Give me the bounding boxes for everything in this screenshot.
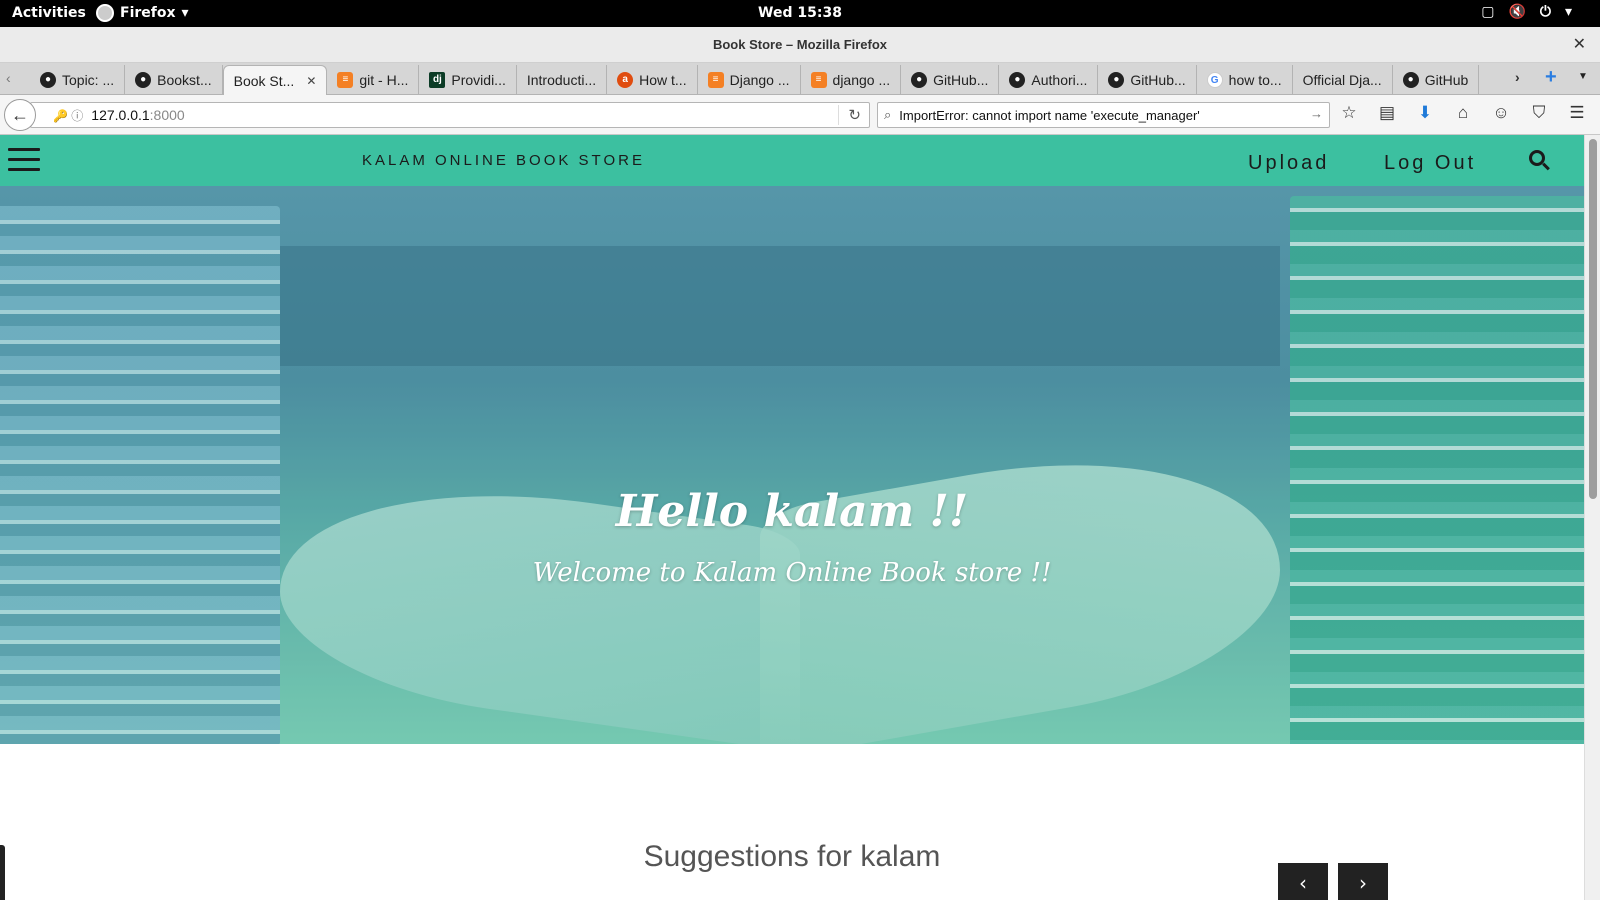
search-go-icon[interactable]: →: [1310, 106, 1323, 121]
home-icon[interactable]: ⌂: [1454, 103, 1472, 123]
caret-down-icon: ▾: [181, 5, 189, 21]
tab-label: Official Dja...: [1302, 72, 1382, 88]
tab-label: GitHub...: [1130, 72, 1186, 88]
url-port: :8000: [149, 107, 185, 123]
download-icon[interactable]: ⬇: [1416, 103, 1434, 123]
site-navbar: KALAM ONLINE BOOK STORE Upload Log Out: [0, 135, 1584, 186]
browser-tab[interactable]: ● Bookst...: [125, 65, 223, 95]
tab-label: Providi...: [451, 72, 506, 88]
hero-banner: Hello kalam !! Welcome to Kalam Online B…: [0, 186, 1584, 744]
stackoverflow-icon: ≡: [337, 72, 354, 88]
search-input[interactable]: ImportError: cannot import name 'execute…: [899, 108, 1200, 123]
github-icon: ●: [135, 72, 152, 88]
scroll-tabs-left-icon[interactable]: ‹: [6, 70, 11, 86]
volume-muted-icon[interactable]: 🔇: [1508, 4, 1525, 20]
browser-tab[interactable]: ≡ django ...: [801, 65, 902, 95]
tab-label: GitHub: [1424, 72, 1469, 88]
side-panel-tab[interactable]: [0, 845, 5, 900]
app-menu-label: Firefox: [120, 5, 176, 21]
window-title-bar: Book Store – Mozilla Firefox ✕: [0, 27, 1600, 63]
browser-tab[interactable]: ● GitHub: [1393, 65, 1480, 95]
tab-label: Authori...: [1031, 72, 1088, 88]
stackoverflow-icon: ≡: [810, 72, 827, 88]
site-identity-icon[interactable]: 🔑 ⓘ: [53, 107, 83, 124]
tab-label: Topic: ...: [62, 72, 115, 88]
browser-tab[interactable]: a How t...: [607, 65, 698, 95]
scroll-tabs-right-icon[interactable]: ›: [1515, 69, 1520, 85]
activities-button[interactable]: Activities: [12, 5, 86, 21]
reload-icon[interactable]: ↻: [848, 106, 861, 124]
browser-tab[interactable]: ● GitHub...: [1098, 65, 1197, 95]
toolbar-icons: ☆ ▤ ⬇ ⌂ ☺ ⛉ ☰: [1340, 103, 1586, 123]
browser-tab[interactable]: Official Dja...: [1293, 65, 1393, 95]
logout-link[interactable]: Log Out: [1384, 152, 1476, 175]
url-separator: [838, 105, 839, 125]
menu-icon[interactable]: ☰: [1568, 103, 1586, 123]
tab-label: django ...: [832, 72, 891, 88]
hero-subtitle: Welcome to Kalam Online Book store !!: [532, 558, 1052, 588]
browser-tab[interactable]: Introducti...: [517, 65, 608, 95]
hamburger-menu-icon[interactable]: [8, 148, 40, 172]
close-tab-icon[interactable]: ✕: [306, 74, 316, 88]
browser-tab[interactable]: ≡ Django ...: [698, 65, 801, 95]
caret-down-icon[interactable]: ▾: [1565, 4, 1572, 20]
window-icon[interactable]: ▢: [1481, 4, 1494, 20]
url-host: 127.0.0.1: [91, 107, 150, 123]
tab-label: Book St...: [233, 72, 295, 89]
tab-label: How t...: [639, 72, 687, 88]
github-icon: ●: [1009, 72, 1026, 88]
search-icon: ⌕: [884, 107, 892, 122]
github-icon: ●: [1108, 72, 1125, 88]
system-top-bar: Activities Firefox ▾ Wed 15:38 ▢ 🔇 ⏻ ▾: [0, 0, 1600, 27]
tab-label: Bookst...: [157, 72, 212, 88]
list-all-tabs-icon[interactable]: ▼: [1578, 71, 1588, 82]
page-scrollbar[interactable]: [1584, 135, 1600, 900]
hero-title: Hello kalam !!: [615, 486, 969, 537]
search-bar[interactable]: ⌕ ImportError: cannot import name 'execu…: [877, 102, 1330, 128]
upload-link[interactable]: Upload: [1248, 152, 1329, 175]
browser-tab[interactable]: ● Authori...: [999, 65, 1099, 95]
power-icon[interactable]: ⏻: [1540, 4, 1551, 20]
ask-icon: a: [617, 72, 634, 88]
back-button[interactable]: ←: [4, 99, 36, 131]
new-tab-icon[interactable]: +: [1545, 66, 1557, 89]
page-content: KALAM ONLINE BOOK STORE Upload Log Out H…: [0, 135, 1584, 900]
github-icon: ●: [1402, 72, 1419, 88]
browser-tab[interactable]: Ghow to...: [1197, 65, 1293, 95]
browser-tab[interactable]: ≡ git - H...: [327, 65, 420, 95]
chat-icon[interactable]: ☺: [1492, 103, 1510, 123]
github-icon: ●: [911, 72, 928, 88]
bookmarks-menu-icon[interactable]: ▤: [1378, 103, 1396, 123]
stackoverflow-icon: ≡: [707, 72, 724, 88]
app-menu[interactable]: Firefox ▾: [96, 4, 189, 22]
bookmark-star-icon[interactable]: ☆: [1340, 103, 1358, 123]
carousel-prev-button[interactable]: ‹: [1278, 863, 1328, 900]
django-icon: dj: [429, 72, 446, 88]
scrollbar-thumb[interactable]: [1589, 139, 1597, 499]
tab-label: Introducti...: [526, 72, 597, 88]
navigation-toolbar: 🔑 ⓘ 127.0.0.1:8000 ↻ ← ⌕ ImportError: ca…: [0, 95, 1600, 135]
site-brand[interactable]: KALAM ONLINE BOOK STORE: [362, 152, 645, 169]
tab-label: Django ...: [729, 72, 790, 88]
tab-label: how to...: [1228, 72, 1282, 88]
tab-label: GitHub...: [933, 72, 989, 88]
carousel-next-button[interactable]: ›: [1338, 863, 1388, 900]
browser-tab[interactable]: ● Topic: ...: [30, 65, 126, 95]
browser-tab[interactable]: ● GitHub...: [901, 65, 1000, 95]
clock[interactable]: Wed 15:38: [0, 5, 1600, 21]
url-bar[interactable]: 🔑 ⓘ 127.0.0.1:8000 ↻: [30, 102, 870, 128]
search-icon[interactable]: [1529, 150, 1551, 172]
google-icon: G: [1206, 72, 1223, 88]
close-window-icon[interactable]: ✕: [1573, 34, 1586, 53]
tab-strip: ‹ ● Topic: ... ● Bookst... Book St... ✕ ≡ git -…: [0, 63, 1600, 95]
tab-list: ● Topic: ... ● Bookst... Book St... ✕ ≡ git - H…: [30, 65, 1480, 95]
github-icon: ●: [40, 72, 56, 88]
browser-tab[interactable]: Book St... ✕: [222, 65, 328, 95]
browser-tab[interactable]: dj Providi...: [419, 65, 517, 95]
tab-label: git - H...: [359, 72, 409, 88]
window-title: Book Store – Mozilla Firefox: [712, 37, 888, 52]
pocket-icon[interactable]: ⛉: [1530, 103, 1548, 123]
firefox-icon: [96, 4, 114, 22]
system-tray[interactable]: ▢ 🔇 ⏻ ▾: [1481, 4, 1572, 20]
